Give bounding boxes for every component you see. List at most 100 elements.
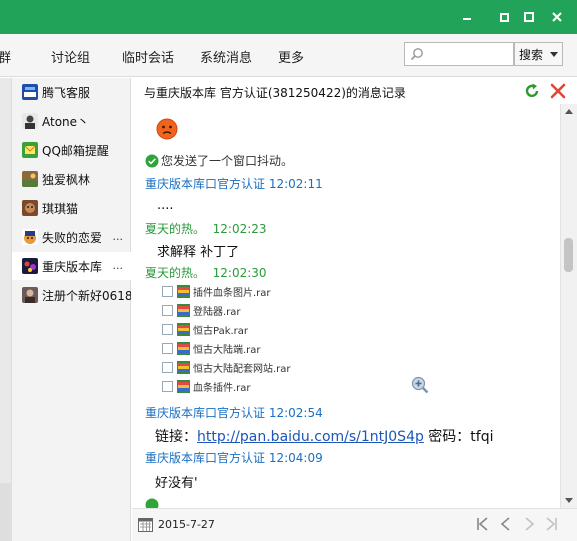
restore-icon[interactable] (493, 6, 515, 28)
link-prefix: 链接： (155, 429, 197, 445)
history-date[interactable]: 2015-7-27 (158, 518, 215, 531)
nav-item-more[interactable]: 更多 (278, 47, 304, 66)
rar-file-icon (177, 341, 190, 355)
file-checkbox[interactable] (162, 285, 173, 297)
file-checkbox[interactable] (162, 361, 173, 373)
next-page-icon[interactable] (521, 516, 537, 532)
avatar (22, 113, 38, 129)
first-page-icon[interactable] (475, 516, 491, 532)
left-strip (0, 78, 12, 541)
shake-emoji-icon (156, 118, 178, 140)
message-time: 12:02:23 (212, 222, 267, 236)
contact-item[interactable]: 注册个新好0618 (12, 281, 131, 309)
refresh-icon[interactable] (523, 82, 541, 100)
contact-item[interactable]: QQ邮箱提醒 (12, 136, 131, 164)
message-text: 求解释 补丁了 (157, 245, 240, 260)
scroll-down-icon[interactable] (565, 498, 573, 503)
file-checkbox[interactable] (162, 380, 173, 392)
rar-file-icon (177, 303, 190, 317)
message-time: 12:02:30 (212, 266, 267, 280)
scroll-up-icon[interactable] (565, 109, 573, 114)
last-page-icon[interactable] (543, 516, 559, 532)
avatar (22, 171, 38, 187)
rar-file-icon (177, 360, 190, 374)
avatar (22, 142, 38, 158)
message-time: 12:02:54 (268, 406, 323, 420)
message-sender: 夏天的热。 (145, 266, 206, 280)
message-sender: 重庆版本库口官方认证 (145, 177, 266, 191)
message-text: 好没有' (155, 476, 198, 491)
message-sender: 重庆版本库口官方认证 (145, 406, 266, 420)
message-text: 链接：http://pan.baidu.com/s/1ntJ0S4p 密码：tf… (155, 426, 494, 446)
search-input[interactable] (429, 45, 511, 63)
contact-item[interactable]: 腾飞客服 (12, 78, 131, 106)
close-icon[interactable] (546, 6, 568, 28)
search-button-label: 搜索 (519, 47, 544, 62)
vertical-scrollbar[interactable] (560, 104, 577, 508)
message-header: 夏天的热。 12:02:23 (145, 220, 267, 237)
message-time: 12:04:09 (268, 451, 323, 465)
search-button[interactable]: 搜索 (514, 42, 563, 66)
rar-file-icon (177, 322, 190, 336)
file-item[interactable]: 插件血条图片.rar (162, 282, 271, 300)
more-indicator: ... (112, 230, 124, 243)
delete-icon[interactable] (549, 82, 567, 100)
contact-item[interactable]: 独爱枫林 (12, 165, 131, 193)
calendar-icon[interactable] (138, 517, 153, 532)
history-title: 与重庆版本库 官方认证(381250422)的消息记录 (144, 86, 406, 100)
contact-name: 琪琪猫 (42, 201, 79, 216)
file-checkbox[interactable] (162, 323, 173, 335)
contact-item[interactable]: Atone丶 (12, 107, 131, 135)
maximize-icon[interactable] (518, 6, 540, 28)
rar-file-icon (177, 379, 190, 393)
rar-file-icon (177, 284, 190, 298)
message-header: 重庆版本库口官方认证 12:04:09 (145, 449, 323, 466)
file-item[interactable]: 恒古Pak.rar (162, 320, 248, 338)
history-footer: 2015-7-27 (132, 508, 577, 541)
contact-item[interactable]: 琪琪猫 (12, 194, 131, 222)
contact-name: 注册个新好0618 (42, 288, 131, 303)
scroll-thumb[interactable] (564, 238, 573, 272)
file-item[interactable]: 恒古大陆端.rar (162, 339, 261, 357)
message-header: 重庆版本库口官方认证 12:02:11 (145, 175, 323, 192)
nav-item-temp-chat[interactable]: 临时会话 (122, 47, 174, 66)
avatar (22, 84, 38, 100)
file-name: 恒古Pak.rar (193, 325, 249, 337)
avatar (22, 287, 38, 303)
file-item[interactable]: 血条插件.rar (162, 377, 251, 395)
avatar (22, 229, 38, 245)
file-checkbox[interactable] (162, 342, 173, 354)
file-checkbox[interactable] (162, 304, 173, 316)
previous-page-icon[interactable] (498, 516, 514, 532)
nav-item-discussion[interactable]: 讨论组 (51, 47, 90, 66)
file-name: 恒古大陆端.rar (193, 344, 261, 356)
contact-item-active[interactable]: 重庆版本库 ... (12, 252, 131, 280)
more-indicator: ... (112, 259, 124, 272)
chevron-down-icon (550, 52, 558, 57)
avatar (22, 200, 38, 216)
nav-item-group[interactable]: 群 (0, 47, 11, 66)
file-item[interactable]: 登陆器.rar (162, 301, 241, 319)
contact-name: Atone丶 (42, 114, 90, 129)
search-icon (410, 48, 423, 61)
file-item[interactable]: 恒古大陆配套网站.rar (162, 358, 291, 376)
title-bar (0, 0, 577, 34)
nav-item-system-messages[interactable]: 系统消息 (200, 47, 252, 66)
contact-item[interactable]: 失败的恋爱 ... (12, 223, 131, 251)
contact-name: 重庆版本库 (42, 259, 103, 274)
message-text: .... (157, 198, 174, 213)
contact-list: 腾飞客服 Atone丶 QQ邮箱提醒 独爱枫林 琪琪猫 失败的恋爱 ... 重庆… (12, 78, 131, 541)
system-message: 您发送了一个窗口抖动。 (145, 152, 293, 169)
file-name: 血条插件.rar (193, 382, 251, 394)
file-name: 插件血条图片.rar (193, 287, 271, 299)
zoom-in-icon[interactable] (411, 376, 429, 394)
search-box[interactable] (404, 42, 514, 66)
message-sender: 夏天的热。 (145, 222, 206, 236)
contact-name: 腾飞客服 (42, 85, 91, 100)
message-sender: 重庆版本库口官方认证 (145, 451, 266, 465)
message-header: 夏天的热。 12:02:30 (145, 264, 267, 281)
message-link[interactable]: http://pan.baidu.com/s/1ntJ0S4p (197, 429, 424, 445)
check-circle-icon (145, 498, 159, 508)
avatar (22, 258, 38, 274)
minimize-icon[interactable] (456, 6, 478, 28)
